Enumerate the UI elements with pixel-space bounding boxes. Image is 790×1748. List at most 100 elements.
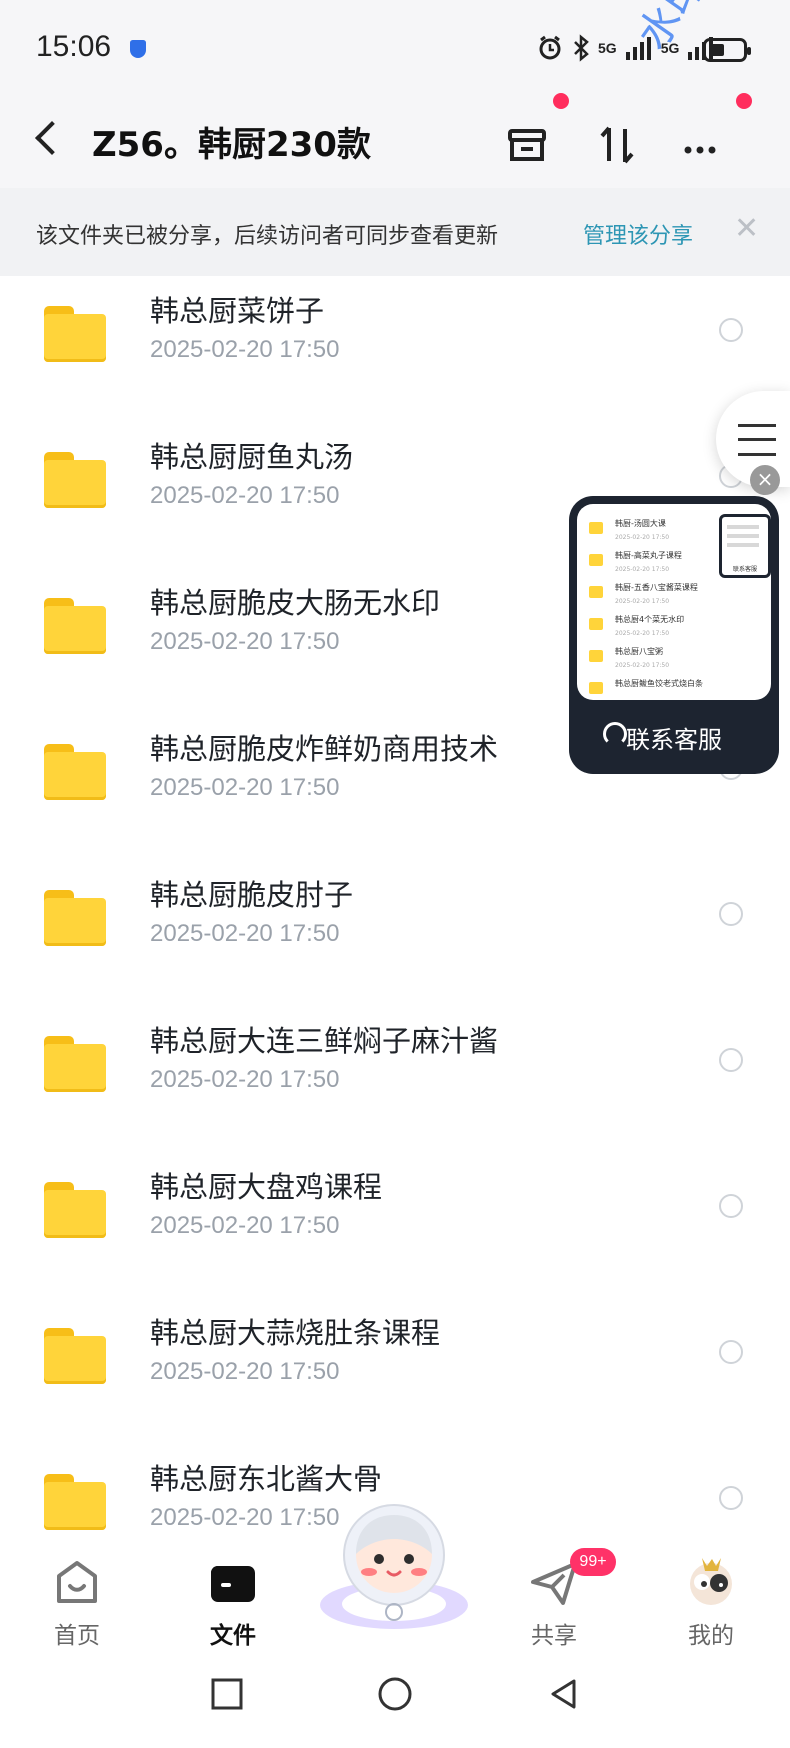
preview-date: 2025-02-20 17:50 (615, 534, 670, 541)
close-icon[interactable]: ✕ (734, 211, 759, 246)
status-bar: 15:06 5G 5G 水印文字 (0, 0, 790, 100)
preview-phone: 联系客服 (719, 514, 771, 578)
select-radio[interactable] (719, 1486, 743, 1510)
preview-date: 2025-02-20 17:50 (615, 630, 670, 637)
file-date: 2025-02-20 17:50 (150, 336, 340, 363)
home-button-icon[interactable] (373, 1672, 417, 1716)
preview-line (727, 543, 759, 547)
file-list: 韩总厨菜饼子 2025-02-20 17:50 韩总厨厨鱼丸汤 2025-02-… (0, 276, 790, 1544)
select-radio[interactable] (719, 1048, 743, 1072)
more-icon[interactable] (670, 115, 730, 175)
avatar (690, 1558, 732, 1605)
recent-apps-icon[interactable] (205, 1672, 249, 1716)
tab-label: 文件 (210, 1623, 256, 1649)
notification-dot (553, 93, 569, 109)
preview-line (727, 525, 759, 529)
file-date: 2025-02-20 17:50 (150, 1066, 340, 1093)
back-icon[interactable] (35, 121, 69, 155)
share-count-badge: 99+ (570, 1548, 616, 1576)
customer-service-widget[interactable]: 韩厨-汤圆大课 2025-02-20 17:50 韩厨-高菜丸子课程 2025-02… (569, 496, 779, 774)
file-name: 韩总厨脆皮大肠无水印 (150, 586, 441, 620)
notification-dot (736, 93, 752, 109)
file-date: 2025-02-20 17:50 (150, 628, 340, 655)
preview-name: 韩总厨4个菜无水印 (615, 615, 685, 624)
tab-mine[interactable]: 我的 (651, 1544, 771, 1649)
preview-name: 韩厨-高菜丸子课程 (615, 551, 682, 560)
status-time: 15:06 (36, 30, 112, 63)
folder-icon (589, 522, 603, 534)
file-date: 2025-02-20 17:50 (150, 920, 340, 947)
file-date: 2025-02-20 17:50 (150, 1504, 340, 1531)
tab-label: 共享 (531, 1623, 577, 1649)
contact-support-label: 联系客服 (626, 726, 722, 754)
tab-label: 我的 (688, 1623, 734, 1649)
folder-icon (589, 586, 603, 598)
network-label: 5G (598, 40, 617, 56)
folder-icon (44, 1182, 106, 1238)
file-name: 韩总厨东北酱大骨 (150, 1462, 383, 1496)
file-name: 韩总厨菜饼子 (150, 294, 325, 328)
system-navigation-bar (0, 1648, 790, 1748)
manage-share-link[interactable]: 管理该分享 (583, 218, 693, 250)
list-item[interactable]: 韩总厨大蒜烧肚条课程 2025-02-20 17:50 (0, 1298, 790, 1444)
archive-icon[interactable] (497, 115, 557, 175)
preview-line (727, 534, 759, 538)
preview-date: 2025-02-20 17:50 (615, 598, 670, 605)
share-notice: 该文件夹已被分享，后续访问者可同步查看更新 (36, 224, 499, 249)
file-name: 韩总厨大蒜烧肚条课程 (150, 1316, 441, 1350)
preview-name: 韩总厨八宝粥 (615, 647, 663, 656)
status-indicators: 5G 5G (536, 34, 715, 62)
folder-icon (44, 1474, 106, 1530)
folder-icon (44, 890, 106, 946)
folder-icon (589, 682, 603, 694)
preview-date: 2025-02-20 17:50 (615, 566, 670, 573)
tab-label: 首页 (54, 1623, 100, 1649)
select-radio[interactable] (719, 318, 743, 342)
files-icon (211, 1566, 255, 1602)
file-name: 韩总厨脆皮肘子 (150, 878, 354, 912)
file-date: 2025-02-20 17:50 (150, 1358, 340, 1385)
share-banner: 该文件夹已被分享，后续访问者可同步查看更新 管理该分享 ✕ (0, 188, 790, 276)
app-header: Z56。韩厨230款 (0, 93, 790, 188)
preview-date: 2025-02-20 17:50 (615, 662, 670, 669)
folder-icon (44, 744, 106, 800)
folder-icon (44, 452, 106, 508)
page-title: Z56。韩厨230款 (92, 125, 371, 165)
file-date: 2025-02-20 17:50 (150, 482, 340, 509)
assistant-mascot-icon[interactable] (318, 1500, 470, 1632)
folder-icon (589, 618, 603, 630)
battery-icon (703, 38, 751, 62)
folder-icon (589, 554, 603, 566)
support-preview: 韩厨-汤圆大课 2025-02-20 17:50 韩厨-高菜丸子课程 2025-02… (577, 504, 771, 700)
list-item[interactable]: 韩总厨菜饼子 2025-02-20 17:50 (0, 276, 790, 422)
file-date: 2025-02-20 17:50 (150, 1212, 340, 1239)
select-radio[interactable] (719, 1340, 743, 1364)
back-button-icon[interactable] (541, 1672, 585, 1716)
folder-icon (44, 306, 106, 362)
folder-icon (44, 1036, 106, 1092)
file-date: 2025-02-20 17:50 (150, 774, 340, 801)
select-radio[interactable] (719, 902, 743, 926)
preview-name: 韩总厨鲅鱼饺老式烧白条 (615, 679, 703, 688)
tab-files[interactable]: 文件 (173, 1544, 293, 1649)
bluetooth-icon (574, 34, 589, 62)
preview-row: 韩总厨鲅鱼饺老式烧白条 (589, 674, 703, 700)
close-icon[interactable]: × (750, 465, 780, 495)
folder-icon (44, 1328, 106, 1384)
list-item[interactable]: 韩总厨大连三鲜焖子麻汁酱 2025-02-20 17:50 (0, 1006, 790, 1152)
list-item[interactable]: 韩总厨大盘鸡课程 2025-02-20 17:50 (0, 1152, 790, 1298)
file-name: 韩总厨大盘鸡课程 (150, 1170, 383, 1204)
select-radio[interactable] (719, 1194, 743, 1218)
sort-icon[interactable] (587, 115, 647, 175)
preview-name: 韩厨-五香八宝酱菜课程 (615, 583, 698, 592)
shield-icon (130, 40, 146, 58)
menu-icon (738, 424, 776, 456)
tab-home[interactable]: 首页 (17, 1544, 137, 1649)
file-name: 韩总厨脆皮炸鲜奶商用技术 (150, 732, 499, 766)
list-item[interactable]: 韩总厨脆皮肘子 2025-02-20 17:50 (0, 860, 790, 1006)
folder-icon (44, 598, 106, 654)
file-name: 韩总厨大连三鲜焖子麻汁酱 (150, 1024, 499, 1058)
home-icon (57, 1561, 97, 1603)
preview-name: 韩厨-汤圆大课 (615, 519, 666, 528)
file-name: 韩总厨厨鱼丸汤 (150, 440, 354, 474)
